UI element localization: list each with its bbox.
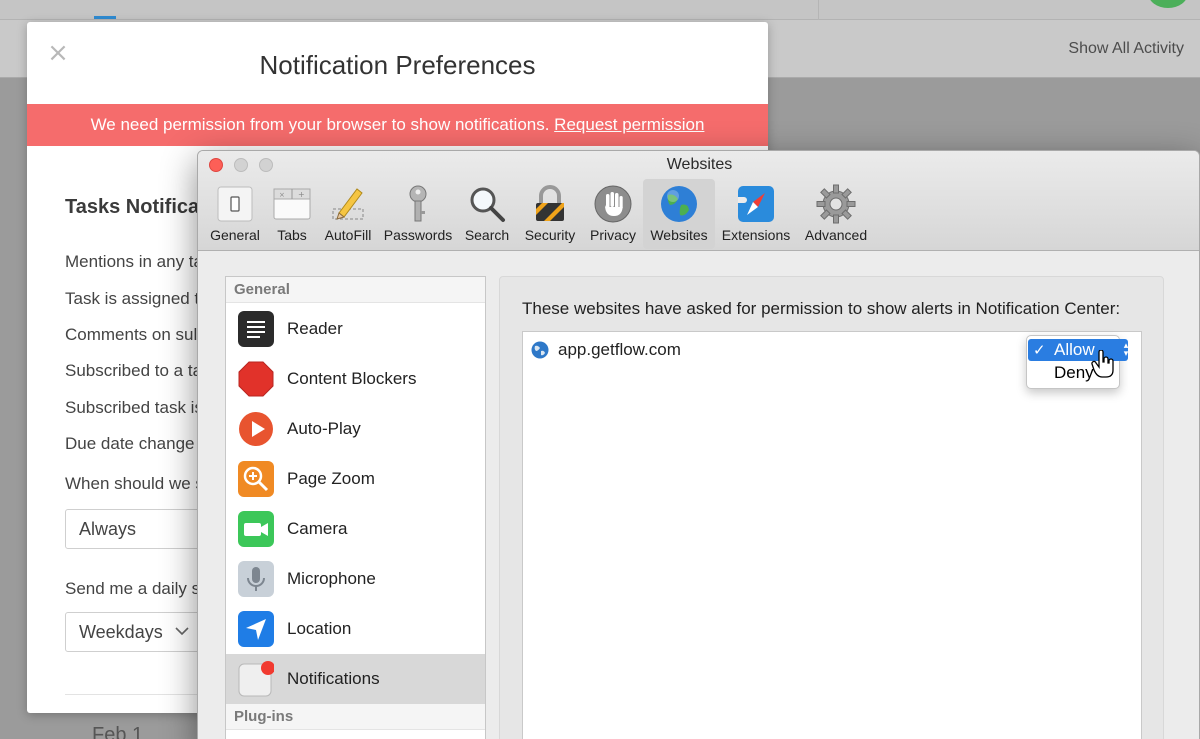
sidebar-item-camera[interactable]: Camera [226,504,485,554]
sidebar-item-label: Microphone [287,569,376,588]
toolbar-autofill[interactable]: AutoFill [320,179,376,249]
websites-content: General Reader Content Blockers Auto-Pla… [198,252,1199,739]
window-titlebar: Websites General × + Tabs AutoFill Passwo… [198,151,1199,251]
active-tab-indicator [94,16,116,19]
toolbar-websites[interactable]: Websites [643,179,715,249]
app-top-bar [0,0,1200,20]
general-icon [214,183,256,225]
sidebar-item-label: Camera [287,519,348,538]
autofill-icon [327,183,369,225]
when-label: When should we s [65,474,204,493]
toolbar-tabs[interactable]: × + Tabs [268,179,316,249]
toolbar-extensions[interactable]: Extensions [718,179,794,249]
toolbar-passwords[interactable]: Passwords [380,179,456,249]
websites-sidebar: General Reader Content Blockers Auto-Pla… [225,276,486,739]
sidebar-item-microphone[interactable]: Microphone [226,554,485,604]
reader-icon [238,311,274,347]
sidebar-item-label: Notifications [287,669,380,688]
toolbar-label: Passwords [383,227,453,243]
globe-icon [658,183,700,225]
notification-icon [238,661,275,697]
camera-icon [238,511,274,547]
toolbar-label: Advanced [804,227,868,243]
sidebar-item-label: Page Zoom [287,469,375,488]
sidebar-section-plug-ins: Plug-ins [226,704,485,730]
toolbar-label: General [210,227,260,243]
toolbar-label: Websites [650,227,708,243]
sidebar-item-label: Location [287,619,352,638]
dropdown-option-label: Deny [1054,363,1094,382]
toolbar-label: Extensions [721,227,791,243]
permission-banner: We need permission from your browser to … [27,104,768,146]
key-icon [397,183,439,225]
website-list: app.getflow.com ✓ Allow ▴ ▾ Deny [522,331,1142,739]
sidebar-item-label: Content Blockers [287,369,417,388]
sidebar-item-label: Auto-Play [287,419,361,438]
modal-title: Notification Preferences [259,50,536,80]
request-permission-link[interactable]: Request permission [554,115,704,134]
toolbar-label: Tabs [277,227,307,243]
microphone-icon [238,561,274,597]
toolbar-privacy[interactable]: Privacy [586,179,640,249]
dropdown-option-label: Allow [1054,340,1095,359]
pref-row: Due date change [65,434,195,453]
permission-banner-text: We need permission from your browser to … [90,115,555,134]
gear-icon [815,183,857,225]
search-icon [466,183,508,225]
toolbar-label: Privacy [590,227,636,243]
show-all-activity-link[interactable]: Show All Activity [1068,40,1184,58]
user-avatar[interactable] [1148,0,1188,8]
panel-description: These websites have asked for permission… [522,299,1121,318]
tabs-icon: × + [271,183,313,225]
safari-preferences-window: Websites General × + Tabs AutoFill Passwo… [197,150,1200,739]
toolbar-search[interactable]: Search [460,179,514,249]
notifications-panel: These websites have asked for permission… [499,276,1164,739]
daily-summary-label: Send me a daily s [65,579,201,598]
svg-text:×: × [279,191,285,199]
toolbar-advanced[interactable]: Advanced [799,179,873,249]
toolbar-general[interactable]: General [206,179,264,249]
pref-row: Comments on sul [65,325,198,344]
sidebar-item-notifications[interactable]: Notifications [226,654,485,704]
toolbar-security[interactable]: Security [518,179,582,249]
pref-row: Task is assigned t [65,289,200,308]
sidebar-item-auto-play[interactable]: Auto-Play [226,404,485,454]
toolbar-label: Security [524,227,576,243]
checkmark-icon: ✓ [1033,341,1046,359]
sidebar-item-label: Reader [287,319,343,338]
tasks-notifications-heading: Tasks Notifica [65,196,200,218]
zoom-icon [238,461,274,497]
svg-text:+: + [298,190,305,199]
pref-row: Subscribed task is [65,398,203,417]
top-bar-divider [818,0,819,20]
daily-summary-select-value: Weekdays [79,622,163,642]
chevron-down-icon [174,613,190,666]
sidebar-item-reader[interactable]: Reader [226,304,485,354]
lock-icon [529,183,571,225]
stop-sign-icon [238,361,274,397]
sidebar-item-content-blockers[interactable]: Content Blockers [226,354,485,404]
stepper-arrows-icon: ▴ ▾ [1123,341,1129,359]
website-name: app.getflow.com [558,340,681,359]
compass-icon [735,183,777,225]
sidebar-section-general: General [226,277,485,303]
play-icon [238,411,274,447]
pref-row: Mentions in any ta [65,252,203,271]
window-title: Websites [666,156,733,173]
globe-icon [531,341,549,359]
sidebar-item-page-zoom[interactable]: Page Zoom [226,454,485,504]
hand-icon [592,183,634,225]
toolbar-label: Search [464,227,510,243]
when-select-value: Always [79,519,137,539]
pointer-hand-icon [1091,349,1115,378]
toolbar-label: AutoFill [324,227,372,243]
date-label: Feb 1 [92,724,144,739]
pref-row: Subscribed to a ta [65,361,203,380]
sidebar-item-location[interactable]: Location [226,604,485,654]
location-arrow-icon [238,611,274,647]
